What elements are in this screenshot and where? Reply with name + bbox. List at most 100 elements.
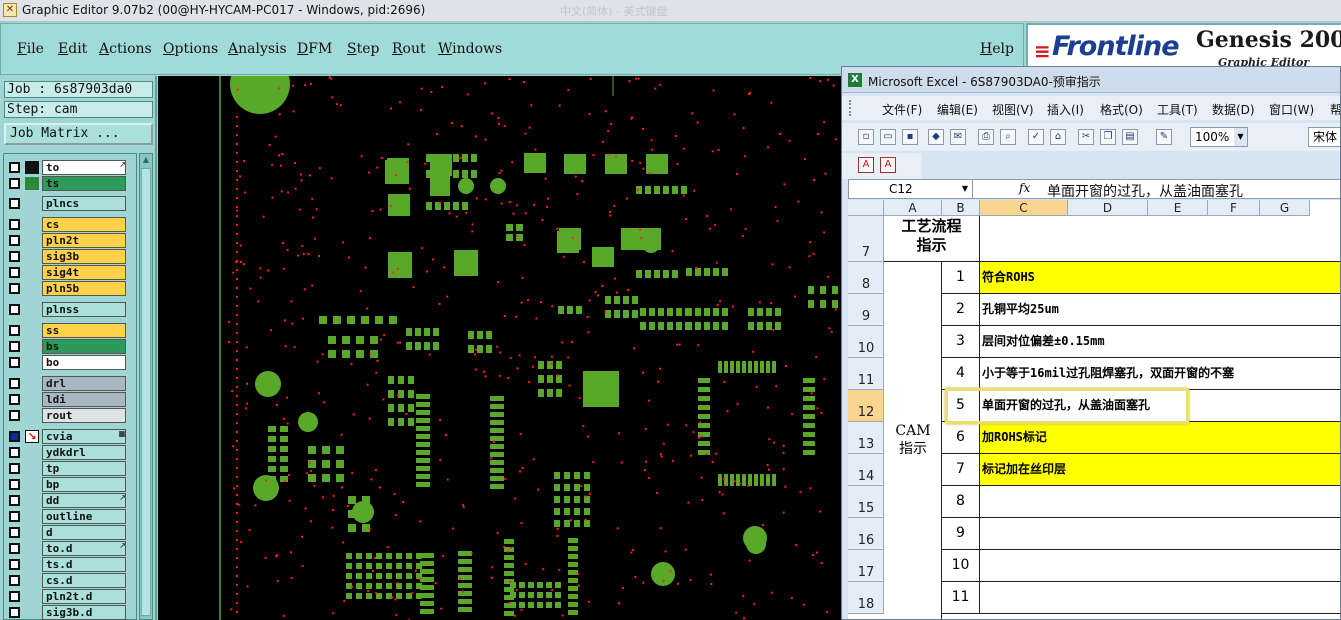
layer-checkbox[interactable]: [9, 304, 20, 315]
select-all-corner[interactable]: [848, 200, 884, 216]
save-icon[interactable]: ▪: [902, 129, 918, 145]
layer-name[interactable]: pln5b: [42, 281, 126, 296]
layer-name[interactable]: pln2t.d: [42, 589, 126, 604]
layer-checkbox[interactable]: [9, 251, 20, 262]
layer-checkbox[interactable]: [9, 219, 20, 230]
instruction-cell[interactable]: 标记加在丝印层: [980, 454, 1340, 486]
job-matrix-button[interactable]: Job Matrix ...: [4, 123, 153, 145]
row-header[interactable]: 13: [848, 422, 884, 454]
layer-row-sig3b-d[interactable]: sig3b.d: [4, 605, 128, 620]
layer-name[interactable]: plnss: [42, 302, 126, 317]
menu-rout[interactable]: Rout: [392, 41, 426, 57]
layer-name[interactable]: ss: [42, 323, 126, 338]
layer-color-icon[interactable]: [25, 161, 39, 174]
layer-name[interactable]: d: [42, 525, 126, 540]
row-header[interactable]: 9: [848, 294, 884, 326]
row-header[interactable]: 11: [848, 358, 884, 390]
menu-actions[interactable]: Actions: [99, 41, 152, 57]
layer-name[interactable]: plncs: [42, 196, 126, 211]
row-header[interactable]: 14: [848, 454, 884, 486]
layer-checkbox[interactable]: [9, 479, 20, 490]
layer-checkbox[interactable]: [9, 394, 20, 405]
header-blank-cell[interactable]: [980, 216, 1340, 262]
layer-row-sig4t[interactable]: sig4t: [4, 265, 128, 280]
column-header-e[interactable]: E: [1148, 200, 1208, 216]
toolbar-grip[interactable]: [849, 100, 853, 116]
layer-checkbox[interactable]: [9, 378, 20, 389]
layer-name[interactable]: rout: [42, 408, 126, 423]
item-number-cell[interactable]: 10: [942, 550, 980, 582]
layer-checkbox[interactable]: [9, 591, 20, 602]
layer-checkbox[interactable]: [9, 559, 20, 570]
instruction-cell[interactable]: [980, 486, 1340, 518]
excel-menu-data[interactable]: 数据(D): [1212, 101, 1255, 118]
column-header-c[interactable]: C: [980, 200, 1068, 216]
layer-checkbox[interactable]: [9, 463, 20, 474]
layer-row-cs-d[interactable]: cs.d: [4, 573, 128, 588]
layer-row-dd[interactable]: dd ↗: [4, 493, 128, 508]
print-preview-icon[interactable]: ⌕: [1000, 129, 1016, 145]
name-box[interactable]: C12 ▼: [849, 180, 973, 198]
layer-row-plnss[interactable]: plnss: [4, 302, 128, 317]
layer-name[interactable]: ydkdrl: [42, 445, 126, 460]
instruction-cell[interactable]: 小于等于16mil过孔阻焊塞孔，双面开窗的不塞: [980, 358, 1340, 390]
excel-menu-window[interactable]: 窗口(W): [1269, 101, 1314, 118]
layer-name[interactable]: cs: [42, 217, 126, 232]
cam-instruction-cell[interactable]: CAM 指示: [884, 262, 942, 619]
instruction-cell[interactable]: [980, 550, 1340, 582]
menu-help[interactable]: Help: [980, 41, 1014, 57]
layer-name[interactable]: to: [42, 160, 126, 175]
layer-row-drl[interactable]: drl: [4, 376, 128, 391]
permission-icon[interactable]: ◆: [928, 129, 944, 145]
column-header-b[interactable]: B: [942, 200, 980, 216]
layer-row-rout[interactable]: rout: [4, 408, 128, 423]
item-number-cell[interactable]: 2: [942, 294, 980, 326]
layer-row-pln2t-d[interactable]: pln2t.d: [4, 589, 128, 604]
layer-name[interactable]: dd: [42, 493, 126, 508]
excel-menu-tools[interactable]: 工具(T): [1157, 101, 1198, 118]
chevron-down-icon[interactable]: ▼: [962, 180, 968, 198]
process-instruction-header[interactable]: 工艺流程 指示: [884, 216, 980, 262]
layer-row-ss[interactable]: ss: [4, 323, 128, 338]
layer-checkbox[interactable]: [9, 447, 20, 458]
new-icon[interactable]: ▫: [858, 129, 874, 145]
layer-color-icon[interactable]: [25, 177, 39, 190]
layer-row-ts[interactable]: ts: [4, 176, 128, 191]
menu-windows[interactable]: Windows: [438, 41, 502, 57]
item-number-cell[interactable]: 3: [942, 326, 980, 358]
item-number-cell[interactable]: 7: [942, 454, 980, 486]
layer-checkbox[interactable]: [9, 410, 20, 421]
instruction-cell[interactable]: 符合ROHS: [980, 262, 1340, 294]
layer-row-cs[interactable]: cs: [4, 217, 128, 232]
spreadsheet-grid[interactable]: A B C D E F G 7 8 9 10 11 12 13 14 15 16 17 18 工艺流程 指示 CAM 指…: [848, 200, 1340, 619]
layer-checkbox[interactable]: [9, 235, 20, 246]
menu-file[interactable]: File: [17, 41, 44, 57]
excel-menu-format[interactable]: 格式(O): [1100, 101, 1143, 118]
instruction-cell[interactable]: [980, 582, 1340, 614]
layer-checkbox[interactable]: [9, 527, 20, 538]
layer-name[interactable]: sig3b: [42, 249, 126, 264]
layer-row-bo[interactable]: bo: [4, 355, 128, 370]
row-header[interactable]: 16: [848, 518, 884, 550]
menu-dfm[interactable]: DFM: [297, 41, 332, 57]
email-icon[interactable]: ✉: [950, 129, 966, 145]
row-header[interactable]: 17: [848, 550, 884, 582]
layer-row-plncs[interactable]: plncs: [4, 196, 128, 211]
layer-checkbox[interactable]: [9, 495, 20, 506]
affected-layer-icon[interactable]: ↘: [25, 430, 39, 443]
item-number-cell[interactable]: 8: [942, 486, 980, 518]
excel-menu-file[interactable]: 文件(F): [882, 101, 922, 118]
excel-menu-view[interactable]: 视图(V): [992, 101, 1034, 118]
layer-checkbox[interactable]: [9, 431, 20, 442]
row-header[interactable]: 8: [848, 262, 884, 294]
layer-checkbox[interactable]: [9, 543, 20, 554]
layer-checkbox[interactable]: [9, 575, 20, 586]
cut-icon[interactable]: ✂: [1078, 129, 1094, 145]
open-icon[interactable]: ▭: [880, 129, 896, 145]
pdf-mail-icon[interactable]: A: [880, 157, 896, 173]
layer-name[interactable]: tp: [42, 461, 126, 476]
layer-row-ts-d[interactable]: ts.d: [4, 557, 128, 572]
instruction-cell[interactable]: 加ROHS标记: [980, 422, 1340, 454]
menu-step[interactable]: Step: [347, 41, 379, 57]
layer-name[interactable]: ts: [42, 176, 126, 191]
